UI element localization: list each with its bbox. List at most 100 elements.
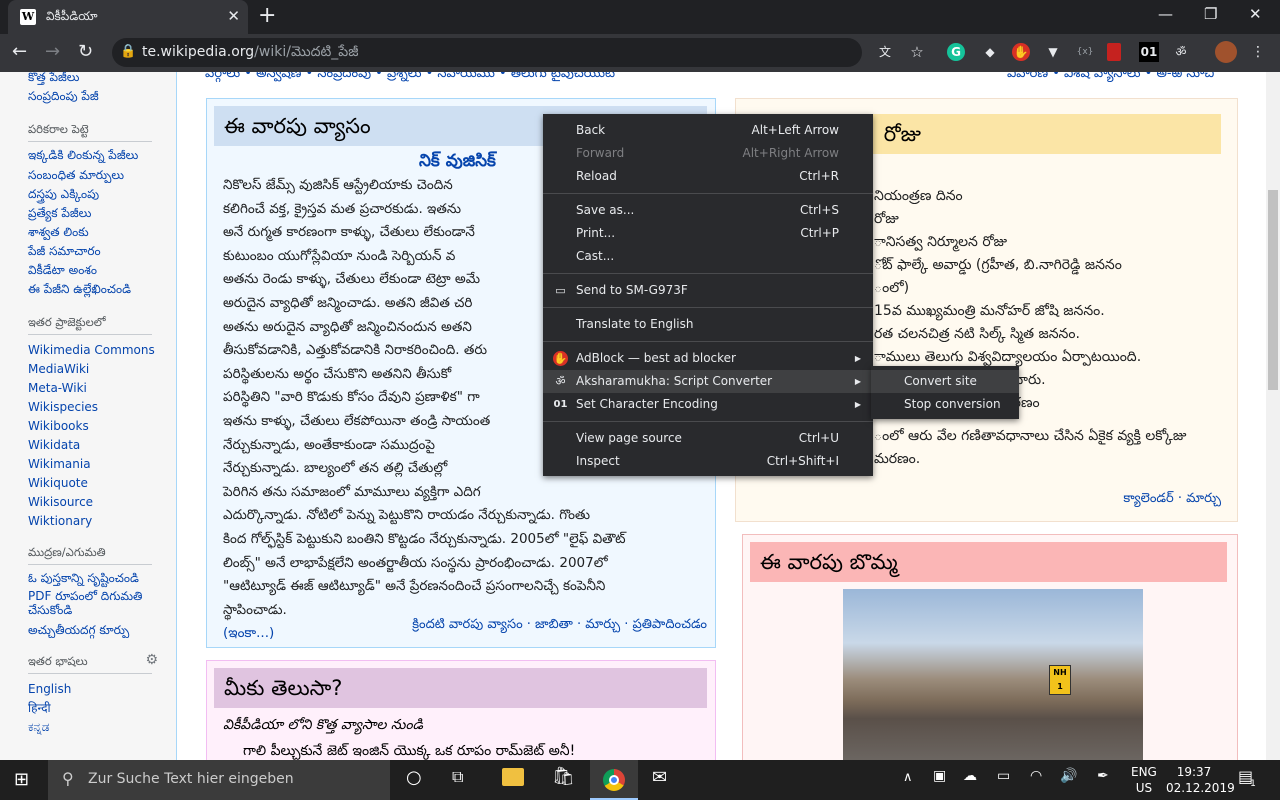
reload-icon[interactable]: ↻ (78, 41, 93, 62)
new-tab-button[interactable]: + (258, 3, 276, 28)
menu-separator (543, 421, 873, 422)
sidebar-link[interactable]: ಕನ್ನಡ (28, 718, 172, 737)
wifi-icon[interactable]: ◠ (1030, 768, 1042, 784)
adblock-icon[interactable]: ✋ (1012, 43, 1030, 61)
tab-wikipedia[interactable]: W వికీపీడియా ✕ (8, 0, 248, 34)
char-encoding-icon[interactable]: 01 (1139, 42, 1159, 62)
scrollbar-thumb[interactable] (1268, 190, 1278, 390)
close-tab-icon[interactable]: ✕ (227, 7, 240, 25)
tray-app-icon[interactable]: ▣ (933, 768, 946, 784)
language-indicator[interactable]: ENG US (1131, 764, 1157, 796)
menu-character-encoding[interactable]: 01 Set Character Encoding ▶ (543, 393, 873, 416)
bookmark-star-icon[interactable]: ☆ (907, 42, 927, 62)
chrome-taskbar-button[interactable] (590, 760, 638, 800)
maximize-button[interactable]: ❐ (1204, 5, 1217, 23)
menu-inspect[interactable]: Inspect Ctrl+Shift+I (543, 450, 873, 473)
top-nav-left[interactable]: వర్గాలు • అన్వేషణ • సంప్రదింపు • ప్రశ్నల… (205, 72, 615, 84)
sidebar-link[interactable]: ఈ పేజీని ఉల్లేఖించండి (28, 280, 172, 299)
tab-title: వికీపీడియా (46, 9, 98, 23)
windows-start-icon[interactable]: ⊞ (14, 769, 29, 790)
task-view-icon[interactable]: ⧉ (452, 767, 463, 787)
sidebar-link[interactable]: అచ్చుతీయదగ్గ కూర్పు (28, 621, 172, 640)
profile-avatar[interactable] (1215, 41, 1237, 63)
menu-aksharamukha[interactable]: ॐ Aksharamukha: Script Converter ▶ (543, 370, 873, 393)
sidebar-link[interactable]: PDF రూపంలో దిగుమతి చేసుకోండి (28, 589, 172, 617)
menu-separator (543, 307, 873, 308)
sidebar-link[interactable]: हिन्दी (28, 699, 172, 718)
sidebar-link[interactable]: శాశ్వత లింకు (28, 223, 172, 242)
dropbox-icon[interactable]: ◆ (980, 42, 1000, 62)
menu-adblock[interactable]: ✋ AdBlock — best ad blocker ▶ (543, 347, 873, 370)
store-icon[interactable]: 🛍 (552, 766, 575, 787)
gear-icon[interactable]: ⚙ (145, 652, 158, 668)
back-arrow-icon[interactable]: ← (12, 41, 27, 62)
sidebar-link[interactable]: ఓ పుస్తకాన్ని సృష్టించండి (28, 571, 172, 585)
chrome-icon (603, 769, 625, 791)
file-explorer-icon[interactable] (502, 768, 524, 786)
menu-kebab-icon[interactable]: ⋮ (1248, 42, 1268, 62)
grammarly-icon[interactable]: G (947, 43, 965, 61)
menu-view-source[interactable]: View page source Ctrl+U (543, 427, 873, 450)
address-bar[interactable]: 🔒 te.wikipedia.org/wiki/మొదటి_పేజీ (112, 38, 862, 67)
aksharamukha-icon[interactable]: ॐ (1171, 42, 1191, 62)
notification-icon[interactable]: ▤1 (1238, 767, 1259, 789)
clock[interactable]: 19:37 02.12.2019 (1166, 764, 1235, 796)
sidebar-link[interactable]: Wikibooks (28, 417, 172, 436)
menu-save-as[interactable]: Save as... Ctrl+S (543, 199, 873, 222)
sidebar-link[interactable]: Wiktionary (28, 512, 172, 531)
sidebar-link[interactable]: దస్త్రపు ఎక్కింపు (28, 185, 172, 204)
menu-send-to-device[interactable]: ▭ Send to SM-G973F (543, 279, 873, 302)
pen-icon[interactable]: ✒ (1097, 768, 1109, 784)
article-footer-links[interactable]: క్రిందటి వారపు వ్యాసం · జాబితా · మార్చు … (412, 617, 707, 635)
sidebar-link[interactable]: Wikispecies (28, 398, 172, 417)
aksharamukha-icon: ॐ (555, 375, 566, 388)
sidebar-link[interactable]: Wikiquote (28, 474, 172, 493)
sidebar-link[interactable]: MediaWiki (28, 360, 172, 379)
onedrive-icon[interactable]: ☁ (963, 768, 977, 784)
menu-forward[interactable]: Forward Alt+Right Arrow (543, 142, 873, 165)
sidebar-link[interactable]: Wikisource (28, 493, 172, 512)
taskbar-search[interactable]: ⚲ Zur Suche Text hier eingeben (48, 760, 390, 800)
sidebar-link[interactable]: Wikimania (28, 455, 172, 474)
scrollbar[interactable] (1266, 72, 1280, 760)
menu-back[interactable]: Back Alt+Left Arrow (543, 119, 873, 142)
book-icon[interactable] (1107, 43, 1121, 61)
sidebar-link[interactable]: కొత్త పేజీలు (28, 72, 172, 87)
picture-of-week-box: ఈ వారపు బొమ్మ NH 1 (742, 534, 1238, 760)
cortana-icon[interactable]: ○ (406, 767, 422, 788)
calendar-links[interactable]: క్యాలెండర్ · మార్చు (1123, 491, 1221, 509)
sidebar-link[interactable]: ఇక్కడికి లింకున్న పేజీలు (28, 148, 172, 162)
day-events: నియంత్రణ దినం రోజుానిసత్వ నిర్మూలన రోజుోబ… (874, 188, 1187, 467)
menu-translate[interactable]: Translate to English (543, 313, 873, 336)
sidebar-link[interactable]: పేజీ సమాచారం (28, 242, 172, 261)
device-icon: ▭ (555, 284, 566, 297)
sidebar-link[interactable]: Wikidata (28, 436, 172, 455)
menu-separator (543, 341, 873, 342)
translate-icon[interactable]: 文 (875, 42, 895, 62)
volume-icon[interactable]: 🔊 (1060, 768, 1077, 784)
top-nav-right[interactable]: విహారిణి • విశేష వ్యాసాలు • అ-ఱ సూచి (1007, 72, 1214, 84)
sidebar-link[interactable]: వికీడేటా అంశం (28, 261, 172, 280)
menu-reload[interactable]: Reload Ctrl+R (543, 165, 873, 188)
submenu-stop-conversion[interactable]: Stop conversion (871, 393, 1019, 416)
sidebar-link[interactable]: Wikimedia Commons (28, 341, 172, 360)
menu-cast[interactable]: Cast... (543, 245, 873, 268)
close-window-button[interactable]: ✕ (1249, 5, 1262, 23)
submenu-convert-site[interactable]: Convert site (871, 370, 1019, 393)
minimize-button[interactable]: — (1158, 5, 1173, 23)
sidebar-link[interactable]: సంప్రదింపు పేజీ (28, 87, 172, 106)
sidebar-link[interactable]: English (28, 680, 172, 699)
landscape-photo[interactable]: NH 1 (843, 589, 1143, 760)
sidebar-link[interactable]: Meta-Wiki (28, 379, 172, 398)
sidebar-link[interactable]: ప్రత్యేక పేజీలు (28, 204, 172, 223)
sidebar-link[interactable]: సంబంధిత మార్పులు (28, 166, 172, 185)
chevron-up-icon[interactable]: ∧ (903, 770, 913, 785)
road-sign: NH 1 (1049, 665, 1071, 695)
menu-print[interactable]: Print... Ctrl+P (543, 222, 873, 245)
battery-icon[interactable]: ▭ (997, 768, 1010, 784)
article-title[interactable]: నిక్ వుజిసిక్ (419, 151, 496, 175)
forward-arrow-icon[interactable]: → (45, 41, 60, 62)
vpn-icon[interactable]: ▼ (1043, 42, 1063, 62)
code-icon[interactable]: {x} (1075, 42, 1095, 62)
mail-icon[interactable]: ✉ (652, 767, 667, 788)
